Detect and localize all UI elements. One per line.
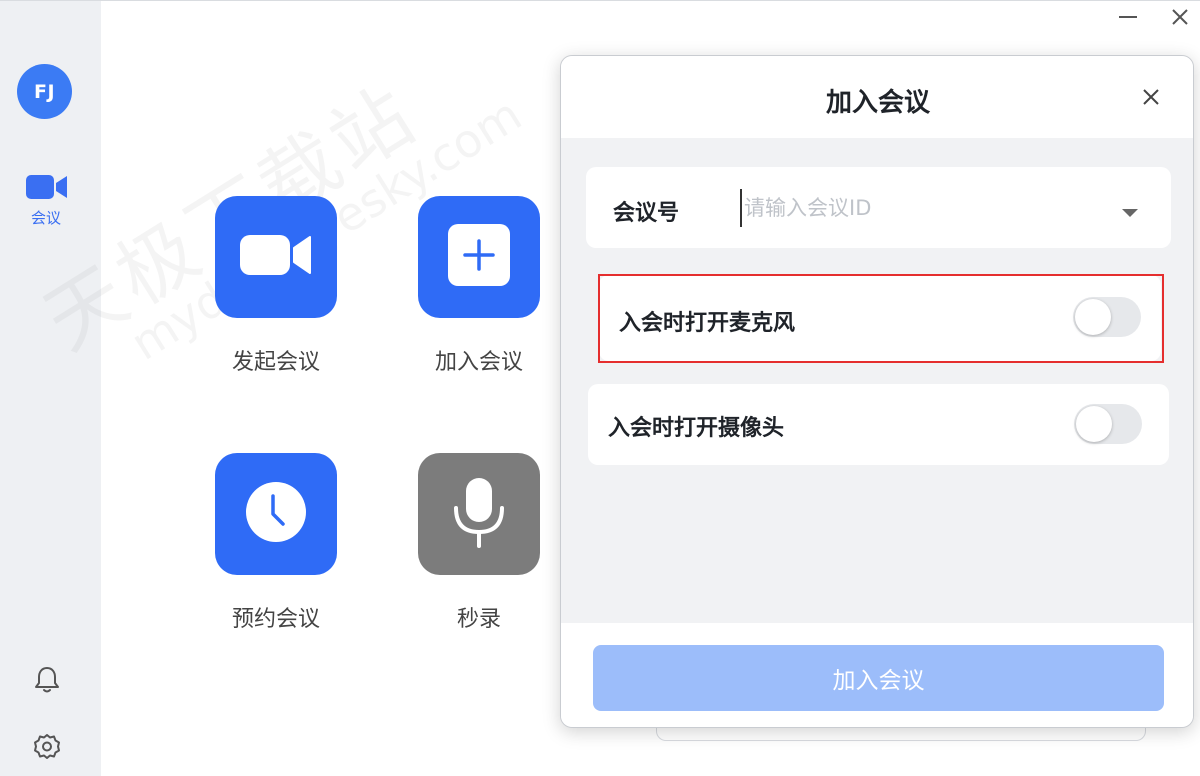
meeting-id-card: 会议号: [586, 167, 1171, 248]
avatar[interactable]: FJ: [17, 64, 72, 119]
quick-record-tile: [418, 453, 540, 575]
window-close-icon[interactable]: [1170, 7, 1190, 27]
video-camera-icon: [240, 231, 312, 283]
camera-option-card: 入会时打开摄像头: [588, 384, 1169, 465]
sidebar: FJ 会议: [0, 1, 101, 776]
dialog-title: 加入会议: [825, 88, 930, 118]
plus-icon: [448, 224, 510, 290]
camera-toggle[interactable]: [1074, 404, 1142, 444]
microphone-icon: [451, 476, 507, 552]
meeting-id-input[interactable]: [740, 189, 1100, 227]
clock-icon: [245, 481, 307, 547]
chevron-down-icon[interactable]: [1121, 203, 1139, 222]
mic-option-label: 入会时打开麦克风: [619, 311, 796, 336]
dialog-header: 加入会议: [561, 56, 1193, 138]
schedule-meeting-tile: [215, 453, 337, 575]
start-meeting-tile: [215, 196, 337, 318]
join-meeting-button[interactable]: 加入会议: [418, 196, 540, 376]
video-camera-icon: [26, 173, 68, 205]
start-meeting-button[interactable]: 发起会议: [215, 196, 337, 376]
toggle-knob: [1076, 406, 1112, 442]
schedule-meeting-button[interactable]: 预约会议: [215, 453, 337, 633]
sidebar-item-meetings[interactable]: 会议: [18, 169, 74, 231]
tile-label: 预约会议: [231, 607, 320, 632]
join-meeting-submit-button[interactable]: 加入会议: [593, 645, 1164, 711]
dialog-footer: 加入会议: [561, 623, 1193, 727]
tile-label: 加入会议: [434, 350, 523, 375]
tile-label: 发起会议: [231, 350, 320, 375]
toggle-knob: [1075, 299, 1111, 335]
minimize-icon[interactable]: [1117, 9, 1139, 25]
mic-option-card: 入会时打开麦克风: [599, 275, 1161, 361]
join-meeting-tile: [418, 196, 540, 318]
close-icon[interactable]: [1141, 87, 1161, 107]
background-panel-edge: [656, 727, 1146, 741]
mic-toggle[interactable]: [1073, 297, 1141, 337]
camera-option-label: 入会时打开摄像头: [608, 416, 785, 441]
app-window: FJ 会议 发起会议 加入会议 预约会议 秒录 加入会议 会议号 请输入会议ID…: [0, 0, 1200, 776]
join-meeting-dialog: 加入会议 会议号 入会时打开麦克风 入会时打开摄像头: [560, 55, 1194, 728]
tile-label: 秒录: [456, 607, 501, 632]
sidebar-item-label: 会议: [30, 209, 61, 227]
meeting-id-label: 会议号: [613, 201, 680, 226]
bell-icon[interactable]: [33, 665, 61, 699]
gear-icon[interactable]: [33, 733, 61, 765]
quick-record-button[interactable]: 秒录: [418, 453, 540, 633]
